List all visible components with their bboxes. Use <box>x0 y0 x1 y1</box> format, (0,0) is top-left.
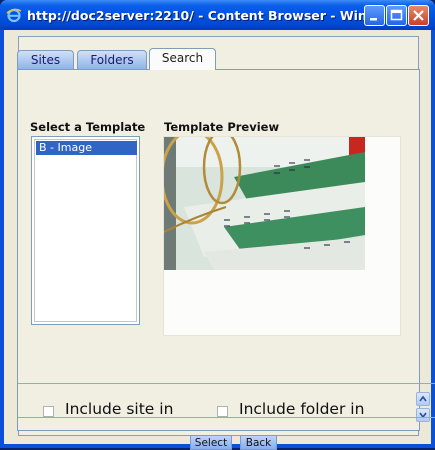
tab-sites[interactable]: Sites <box>17 50 74 69</box>
tab-search[interactable]: Search <box>149 48 216 70</box>
options-top-divider <box>18 383 435 384</box>
template-preview-image <box>164 137 365 270</box>
close-button[interactable] <box>408 5 429 26</box>
include-folder-label: Include folder in <box>239 400 365 418</box>
title-bar[interactable]: http://doc2server:2210/ - Content Browse… <box>0 0 435 30</box>
include-site-checkbox[interactable] <box>43 406 54 417</box>
ie-icon <box>6 8 22 23</box>
window-client-area: Sites Folders Search Select a Template T… <box>4 30 435 450</box>
scroll-down-button[interactable] <box>416 408 430 422</box>
search-tab-content: Select a Template Template Preview B - I… <box>17 69 435 450</box>
scroll-up-button[interactable] <box>416 392 430 406</box>
minimize-button[interactable] <box>364 5 385 26</box>
minimize-icon <box>370 18 377 21</box>
template-preview-label: Template Preview <box>164 120 280 134</box>
include-site-label: Include site in <box>65 400 174 418</box>
template-list: B - Image <box>34 139 137 322</box>
tab-folders[interactable]: Folders <box>77 50 147 69</box>
template-listbox[interactable]: B - Image <box>31 136 140 325</box>
close-icon <box>413 10 424 21</box>
select-template-label: Select a Template <box>30 120 146 134</box>
include-folder-checkbox[interactable] <box>217 406 228 417</box>
template-list-item[interactable]: B - Image <box>36 141 137 155</box>
window-title: http://doc2server:2210/ - Content Browse… <box>27 8 390 23</box>
maximize-icon <box>390 9 403 21</box>
options-bottom-divider <box>18 417 435 418</box>
browser-window: http://doc2server:2210/ - Content Browse… <box>0 0 435 450</box>
maximize-button[interactable] <box>386 5 407 26</box>
chevron-up-icon <box>419 395 427 402</box>
